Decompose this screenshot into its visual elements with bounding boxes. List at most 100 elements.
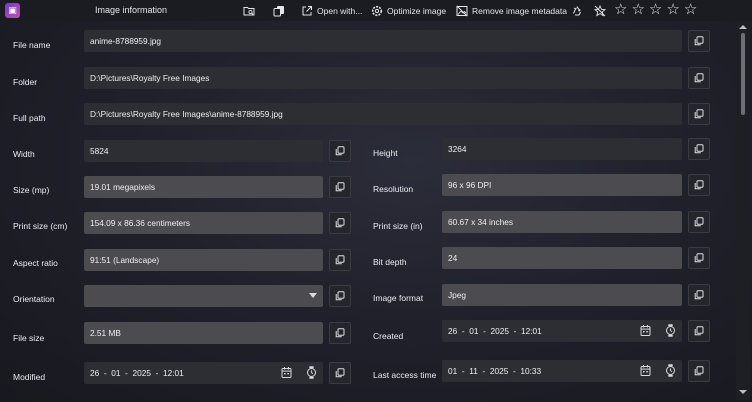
clock-icon[interactable] — [665, 364, 676, 377]
rating-star-4-icon[interactable]: ☆ — [666, 2, 679, 18]
copy-icon — [335, 328, 345, 338]
created-datetime-field[interactable]: 26 - 01 - 2025 - 12:01 — [442, 320, 682, 342]
calendar-icon[interactable] — [281, 366, 292, 379]
print-size-cm-field[interactable]: 154.09 x 86.36 centimeters — [84, 212, 323, 234]
copy-file-button[interactable] — [273, 3, 285, 18]
copy-print-size-cm-button[interactable] — [329, 212, 351, 234]
copy-image-format-button[interactable] — [688, 284, 710, 306]
last-access-month[interactable]: 11 — [469, 366, 478, 376]
title-toolbar: ▣ Image information Open with... Optimiz… — [0, 0, 752, 21]
folder-field[interactable]: D:\Pictures\Royalty Free Images — [84, 67, 682, 89]
optimize-image-button[interactable]: Optimize image — [371, 3, 446, 18]
modified-datetime-field[interactable]: 26 - 01 - 2025 - 12:01 — [84, 362, 323, 384]
clock-icon[interactable] — [665, 324, 676, 337]
open-folder-button[interactable] — [243, 3, 255, 18]
recycle-button[interactable] — [571, 3, 583, 18]
modified-day[interactable]: 26 — [90, 368, 99, 378]
clear-rating-button[interactable] — [594, 3, 606, 18]
date-separator: - — [155, 368, 159, 378]
last-access-day[interactable]: 01 — [448, 366, 457, 376]
copy-icon — [335, 146, 345, 156]
remove-metadata-label: Remove image metadata — [472, 5, 567, 16]
copy-width-button[interactable] — [329, 140, 351, 162]
date-separator: - — [103, 368, 107, 378]
copy-icon — [273, 5, 284, 16]
clock-icon[interactable] — [306, 366, 317, 379]
copy-last-access-button[interactable] — [688, 360, 710, 382]
vertical-scrollbar[interactable] — [736, 22, 750, 400]
scroll-up-icon[interactable] — [739, 25, 747, 29]
copy-folder-button[interactable] — [688, 67, 710, 89]
full-path-field[interactable]: D:\Pictures\Royalty Free Images\anime-87… — [84, 103, 682, 125]
copy-size-mp-button[interactable] — [329, 176, 351, 198]
chevron-down-icon — [309, 293, 317, 298]
copy-file-size-button[interactable] — [329, 322, 351, 344]
orientation-dropdown[interactable] — [84, 285, 323, 307]
size-mp-label: Size (mp) — [13, 185, 50, 195]
height-field[interactable]: 3264 — [442, 138, 682, 160]
resolution-label: Resolution — [373, 184, 414, 194]
copy-icon — [694, 73, 704, 83]
file-name-field[interactable]: anime-8788959.jpg — [84, 30, 682, 52]
copy-icon — [694, 36, 704, 46]
copy-orientation-button[interactable] — [329, 285, 351, 307]
calendar-icon[interactable] — [640, 324, 651, 337]
resolution-field[interactable]: 96 x 96 DPI — [442, 174, 682, 196]
date-separator: - — [461, 366, 465, 376]
orientation-label: Orientation — [13, 294, 55, 304]
recycle-icon — [573, 5, 581, 15]
copy-modified-button[interactable] — [329, 362, 351, 384]
copy-aspect-ratio-button[interactable] — [329, 249, 351, 271]
print-size-in-field[interactable]: 60.67 x 34 inches — [442, 211, 682, 233]
created-day[interactable]: 26 — [448, 326, 457, 336]
copy-file-name-button[interactable] — [688, 30, 710, 52]
date-separator: - — [461, 326, 465, 336]
file-size-field[interactable]: 2.51 MB — [84, 322, 323, 344]
size-mp-field[interactable]: 19.01 megapixels — [84, 176, 323, 198]
rating-star-3-icon[interactable]: ☆ — [649, 2, 662, 18]
copy-resolution-button[interactable] — [688, 174, 710, 196]
window-title: Image information — [95, 5, 168, 15]
copy-height-button[interactable] — [688, 138, 710, 160]
last-access-year[interactable]: 2025 — [490, 366, 508, 376]
bit-depth-field[interactable]: 24 — [442, 247, 682, 269]
scroll-thumb[interactable] — [741, 33, 745, 115]
file-name-label: File name — [13, 40, 51, 50]
copy-bit-depth-button[interactable] — [688, 247, 710, 269]
date-separator: - — [125, 368, 128, 378]
rating-stars: ☆ ☆ ☆ ☆ ☆ — [614, 2, 697, 18]
copy-print-size-in-button[interactable] — [688, 211, 710, 233]
rating-star-2-icon[interactable]: ☆ — [631, 2, 644, 18]
calendar-icon[interactable] — [640, 364, 651, 377]
copy-icon — [694, 290, 704, 300]
copy-created-button[interactable] — [688, 320, 710, 342]
date-separator: - — [482, 366, 486, 376]
modified-month[interactable]: 01 — [111, 368, 120, 378]
created-month[interactable]: 01 — [469, 326, 478, 336]
copy-icon — [694, 144, 704, 154]
rating-star-5-icon[interactable]: ☆ — [684, 2, 697, 18]
remove-metadata-button[interactable]: Remove image metadata — [456, 3, 567, 18]
copy-full-path-button[interactable] — [688, 103, 710, 125]
copy-icon — [694, 326, 704, 336]
folder-search-icon — [243, 6, 255, 15]
modified-time[interactable]: 12:01 — [163, 368, 184, 378]
created-label: Created — [373, 331, 404, 341]
rating-star-1-icon[interactable]: ☆ — [614, 2, 627, 18]
aspect-ratio-field[interactable]: 91:51 (Landscape) — [84, 249, 323, 271]
scroll-down-icon[interactable] — [739, 390, 747, 394]
created-year[interactable]: 2025 — [491, 326, 509, 336]
last-access-datetime-field[interactable]: 01 - 11 - 2025 - 10:33 — [442, 360, 682, 382]
app-logo-icon: ▣ — [5, 3, 20, 18]
created-time[interactable]: 12:01 — [521, 326, 542, 336]
modified-year[interactable]: 2025 — [133, 368, 151, 378]
date-separator: - — [513, 326, 517, 336]
folder-label: Folder — [13, 77, 38, 87]
last-access-time[interactable]: 10:33 — [520, 366, 541, 376]
width-field[interactable]: 5824 — [84, 140, 323, 162]
open-with-button[interactable]: Open with... — [301, 3, 362, 18]
image-format-field[interactable]: Jpeg — [442, 284, 682, 306]
open-with-label: Open with... — [317, 5, 363, 16]
copy-icon — [335, 182, 345, 192]
modified-label: Modified — [13, 372, 46, 382]
